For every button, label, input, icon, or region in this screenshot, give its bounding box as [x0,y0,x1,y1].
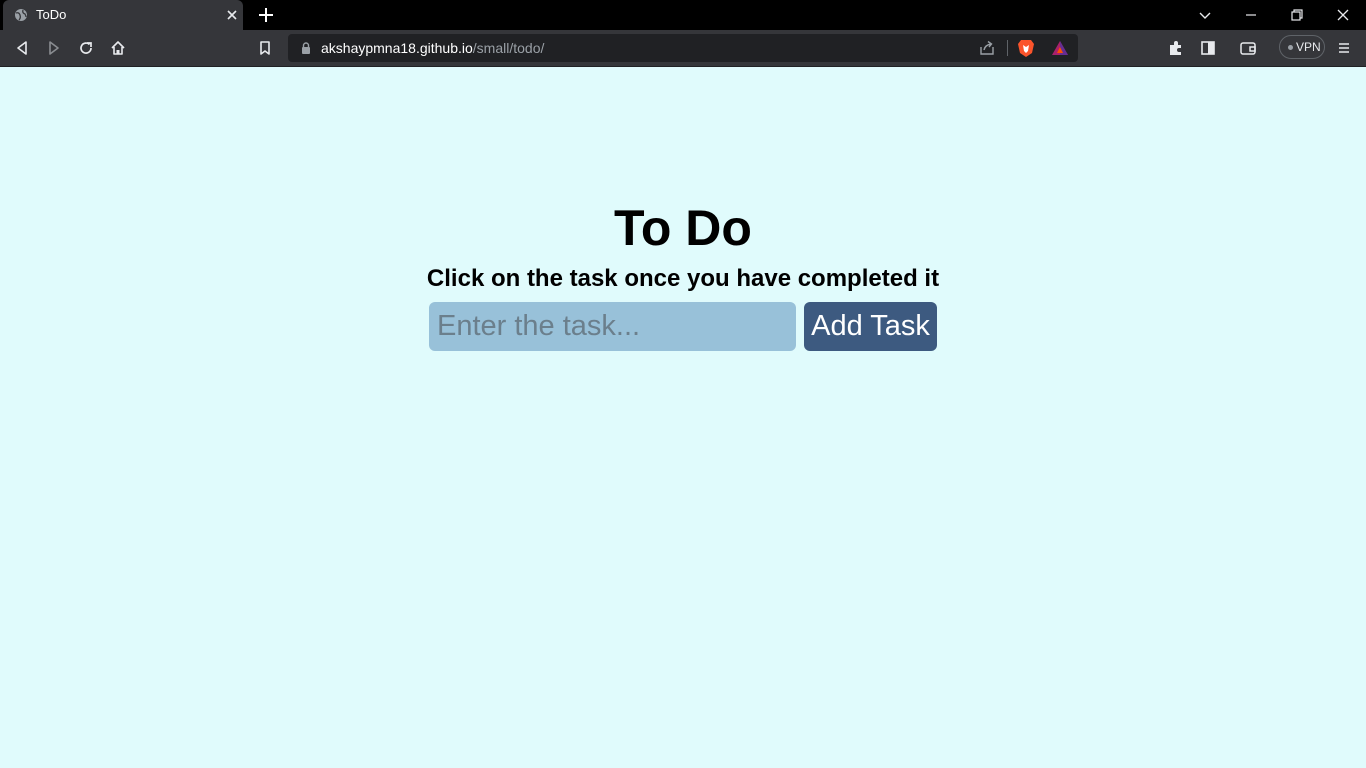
window-close-icon[interactable] [1334,6,1352,24]
reload-icon[interactable] [77,39,95,57]
tab-search-icon[interactable] [1196,6,1214,24]
url-text: akshaypmna18.github.io/small/todo/ [321,40,544,56]
task-input[interactable] [429,302,796,351]
extensions-icon[interactable] [1167,39,1185,57]
add-task-button[interactable]: Add Task [804,302,937,351]
minimize-icon[interactable] [1242,6,1260,24]
close-icon[interactable] [225,8,239,22]
forward-icon[interactable] [45,39,63,57]
menu-icon[interactable] [1335,39,1353,57]
page-content: To Do Click on the task once you have co… [0,67,1366,768]
back-icon[interactable] [13,39,31,57]
sidebar-icon[interactable] [1199,39,1217,57]
brave-rewards-icon[interactable] [1051,39,1069,57]
brave-shields-icon[interactable] [1017,38,1035,58]
globe-icon [15,9,27,21]
new-tab-icon[interactable] [257,6,275,24]
share-icon[interactable] [978,39,996,57]
divider [1007,40,1008,56]
address-bar[interactable]: akshaypmna18.github.io/small/todo/ [288,34,1078,62]
vpn-label: VPN [1296,40,1321,54]
tab-strip: ToDo [0,0,1366,30]
url-path: /small/todo/ [472,40,545,56]
page-title: To Do [614,200,752,256]
page-instructions: Click on the task once you have complete… [426,265,940,292]
home-icon[interactable] [109,39,127,57]
browser-toolbar: akshaypmna18.github.io/small/todo/ VPN [0,30,1366,67]
tab-title: ToDo [36,7,67,22]
tab-todo[interactable]: ToDo [3,0,243,30]
bookmark-icon[interactable] [256,39,274,57]
vpn-status-dot [1288,45,1293,50]
lock-icon[interactable] [299,41,313,55]
wallet-icon[interactable] [1239,39,1257,57]
url-host: akshaypmna18.github.io [321,40,473,56]
restore-icon[interactable] [1288,6,1306,24]
vpn-button[interactable]: VPN [1279,35,1325,59]
